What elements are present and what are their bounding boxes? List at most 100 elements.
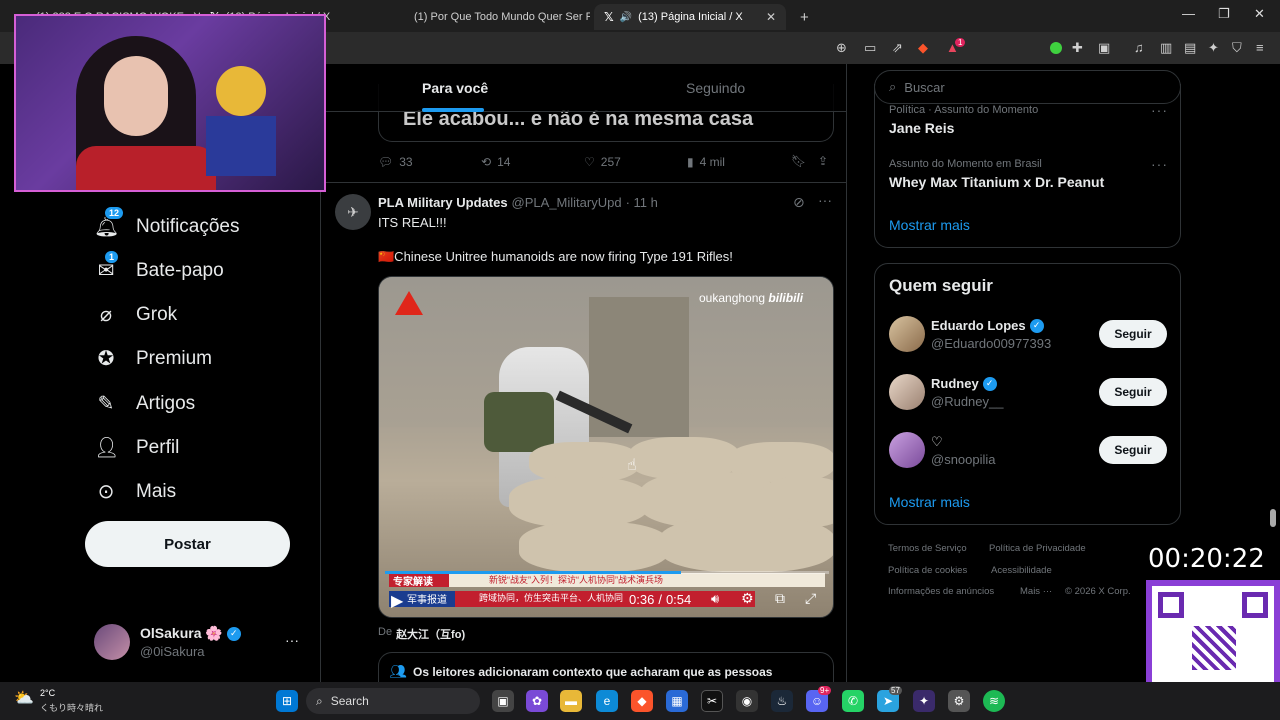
cast-icon[interactable]: ▭ [864, 40, 876, 56]
footer-accessibility-link[interactable]: Acessibilidade [991, 565, 1052, 576]
leo-ai-icon[interactable]: ✦ [1208, 40, 1219, 56]
footer-privacy-link[interactable]: Política de Privacidade [989, 543, 1086, 554]
copilot-icon[interactable]: ✿ [526, 690, 548, 712]
picture-in-picture-icon[interactable]: ⧉ [775, 590, 785, 607]
nav-grok[interactable]: ⌀ Grok [94, 302, 177, 327]
nav-label: Premium [136, 347, 213, 369]
tweet-more-icon[interactable]: ··· [818, 192, 832, 208]
footer-ads-link[interactable]: Informações de anúncios [888, 586, 994, 597]
settings-icon[interactable]: ⚙ [948, 690, 970, 712]
weather-icon: ⛅ [14, 690, 34, 707]
grok-analyze-icon[interactable]: ⊘ [793, 194, 805, 211]
tab-following[interactable]: Seguindo [686, 80, 745, 96]
trends-show-more[interactable]: Mostrar mais [889, 217, 970, 233]
follow-user-handle[interactable]: @Eduardo00977393 [931, 336, 1051, 351]
task-view-icon[interactable]: ▣ [492, 690, 514, 712]
windows-start-icon[interactable]: ⊞ [276, 690, 298, 712]
browser-tab-3[interactable]: (1) Por Que Todo Mundo Quer Ser Fit [398, 4, 590, 30]
share-button[interactable]: ⇪ [818, 154, 828, 168]
wallet-icon[interactable]: ▤ [1184, 40, 1196, 56]
browser-tab-4-active[interactable]: 𝕏 🔊 (13) Página Inicial / X ✕ [594, 4, 786, 30]
credit-name[interactable]: 赵大江（互fo) [396, 626, 465, 642]
tweet-time[interactable]: · 11 h [626, 195, 658, 210]
video-progress-track[interactable] [385, 571, 829, 574]
nav-profile[interactable]: 👤︎ Perfil [94, 435, 179, 460]
tweet-author-avatar[interactable]: ✈ [335, 194, 371, 230]
steam-icon[interactable]: ♨ [771, 690, 793, 712]
trend-name[interactable]: Whey Max Titanium x Dr. Peanut [889, 174, 1104, 190]
trend-meta: Assunto do Momento em Brasil [889, 158, 1042, 170]
brave-icon[interactable]: ◆ [631, 690, 653, 712]
reply-button[interactable]: 💬︎ 33 [378, 155, 413, 169]
reader-icon[interactable]: ▣ [1098, 40, 1110, 56]
taskbar-search[interactable]: ⌕ Search [306, 688, 480, 714]
new-tab-button[interactable]: + [790, 4, 816, 30]
spotify-icon[interactable]: ≋ [983, 690, 1005, 712]
tab-for-you[interactable]: Para você [422, 80, 488, 96]
tweet-author-handle[interactable]: @PLA_MilitaryUpd [512, 195, 622, 210]
capcut-icon[interactable]: ✂ [701, 690, 723, 712]
store-icon[interactable]: ▦ [666, 690, 688, 712]
bookmark-button[interactable]: 🔖︎ [791, 154, 806, 168]
extensions-icon[interactable]: ✚ [1072, 40, 1083, 56]
tweet-author-name[interactable]: PLA Military Updates [378, 195, 508, 210]
nav-premium[interactable]: ✪ Premium [94, 346, 212, 371]
follow-user-name[interactable]: Eduardo Lopes ✓ [931, 318, 1044, 333]
stream-timer: 00:20:22 [1148, 544, 1265, 574]
settings-icon[interactable]: ⚙ [741, 590, 754, 607]
nav-chat[interactable]: ✉ 1 Bate-papo [94, 250, 224, 283]
account-more-icon[interactable]: ··· [285, 632, 299, 648]
account-avatar[interactable] [94, 624, 130, 660]
streamer-face [104, 56, 168, 136]
brave-shield-icon[interactable]: ◆ [918, 40, 928, 56]
follow-user-name[interactable]: ♡ [931, 434, 943, 450]
like-button[interactable]: ♡ 257 [584, 155, 621, 169]
app-icon[interactable]: ✦ [913, 690, 935, 712]
close-tab-icon[interactable]: ✕ [766, 10, 776, 24]
avatar[interactable] [889, 432, 925, 468]
retweet-icon: ⟲ [481, 155, 492, 169]
views-button[interactable]: ▮ 4 mil [687, 155, 725, 169]
minimize-icon[interactable]: — [1182, 6, 1195, 21]
share-icon[interactable]: ⇗ [892, 40, 903, 56]
follow-user-handle[interactable]: @snoopilia [931, 452, 996, 467]
obs-icon[interactable]: ◉ [736, 690, 758, 712]
restore-icon[interactable]: ❐ [1218, 6, 1230, 22]
menu-icon[interactable]: ≡ [1256, 40, 1264, 55]
speaker-icon: 🔊 [619, 11, 633, 23]
volume-icon[interactable]: 🔊︎ [711, 591, 719, 607]
fullscreen-icon[interactable]: ⤢ [805, 590, 816, 607]
follow-button[interactable]: Seguir [1099, 320, 1167, 348]
trend-more-icon[interactable]: ··· [1151, 102, 1168, 118]
sidebar-icon[interactable]: ▥ [1160, 40, 1172, 56]
sandbag [659, 517, 833, 572]
who-to-follow-show-more[interactable]: Mostrar mais [889, 494, 970, 510]
avatar[interactable] [889, 374, 925, 410]
account-name[interactable]: OlSakura 🌸 ✓ [140, 625, 241, 642]
footer-more-link[interactable]: Mais ··· [1020, 586, 1052, 597]
retweet-button[interactable]: ⟲ 14 [481, 155, 510, 169]
follow-button[interactable]: Seguir [1099, 436, 1167, 464]
edge-icon[interactable]: e [596, 690, 618, 712]
whatsapp-icon[interactable]: ✆ [842, 690, 864, 712]
zoom-icon[interactable]: ⊕ [836, 40, 847, 56]
footer-terms-link[interactable]: Termos de Serviço [888, 543, 967, 554]
page-scrollbar[interactable] [1270, 509, 1276, 527]
close-window-icon[interactable]: ✕ [1254, 6, 1265, 22]
nav-more[interactable]: ⊙ Mais [94, 479, 177, 504]
avatar[interactable] [889, 316, 925, 352]
follow-button[interactable]: Seguir [1099, 378, 1167, 406]
trend-name[interactable]: Jane Reis [889, 120, 954, 136]
post-button[interactable]: Postar [85, 521, 290, 567]
nav-articles[interactable]: ✎ Artigos [94, 391, 196, 416]
music-icon[interactable]: ♫ [1134, 40, 1144, 55]
trend-more-icon[interactable]: ··· [1151, 156, 1168, 172]
footer-cookies-link[interactable]: Política de cookies [888, 565, 967, 576]
follow-user-handle[interactable]: @Rudney__ [931, 394, 1003, 409]
tweet-video[interactable]: oukanghong bilibili 专家解读 新锐“战友”入列！探访“人机协… [378, 276, 834, 618]
follow-user-name[interactable]: Rudney ✓ [931, 376, 997, 391]
play-icon[interactable]: ▶ [391, 591, 403, 611]
vpn-icon[interactable]: ⛉ [1232, 40, 1242, 56]
nav-notifications[interactable]: 🔔︎ 12 Notificações [94, 206, 240, 239]
file-explorer-icon[interactable]: ▬ [560, 690, 582, 712]
